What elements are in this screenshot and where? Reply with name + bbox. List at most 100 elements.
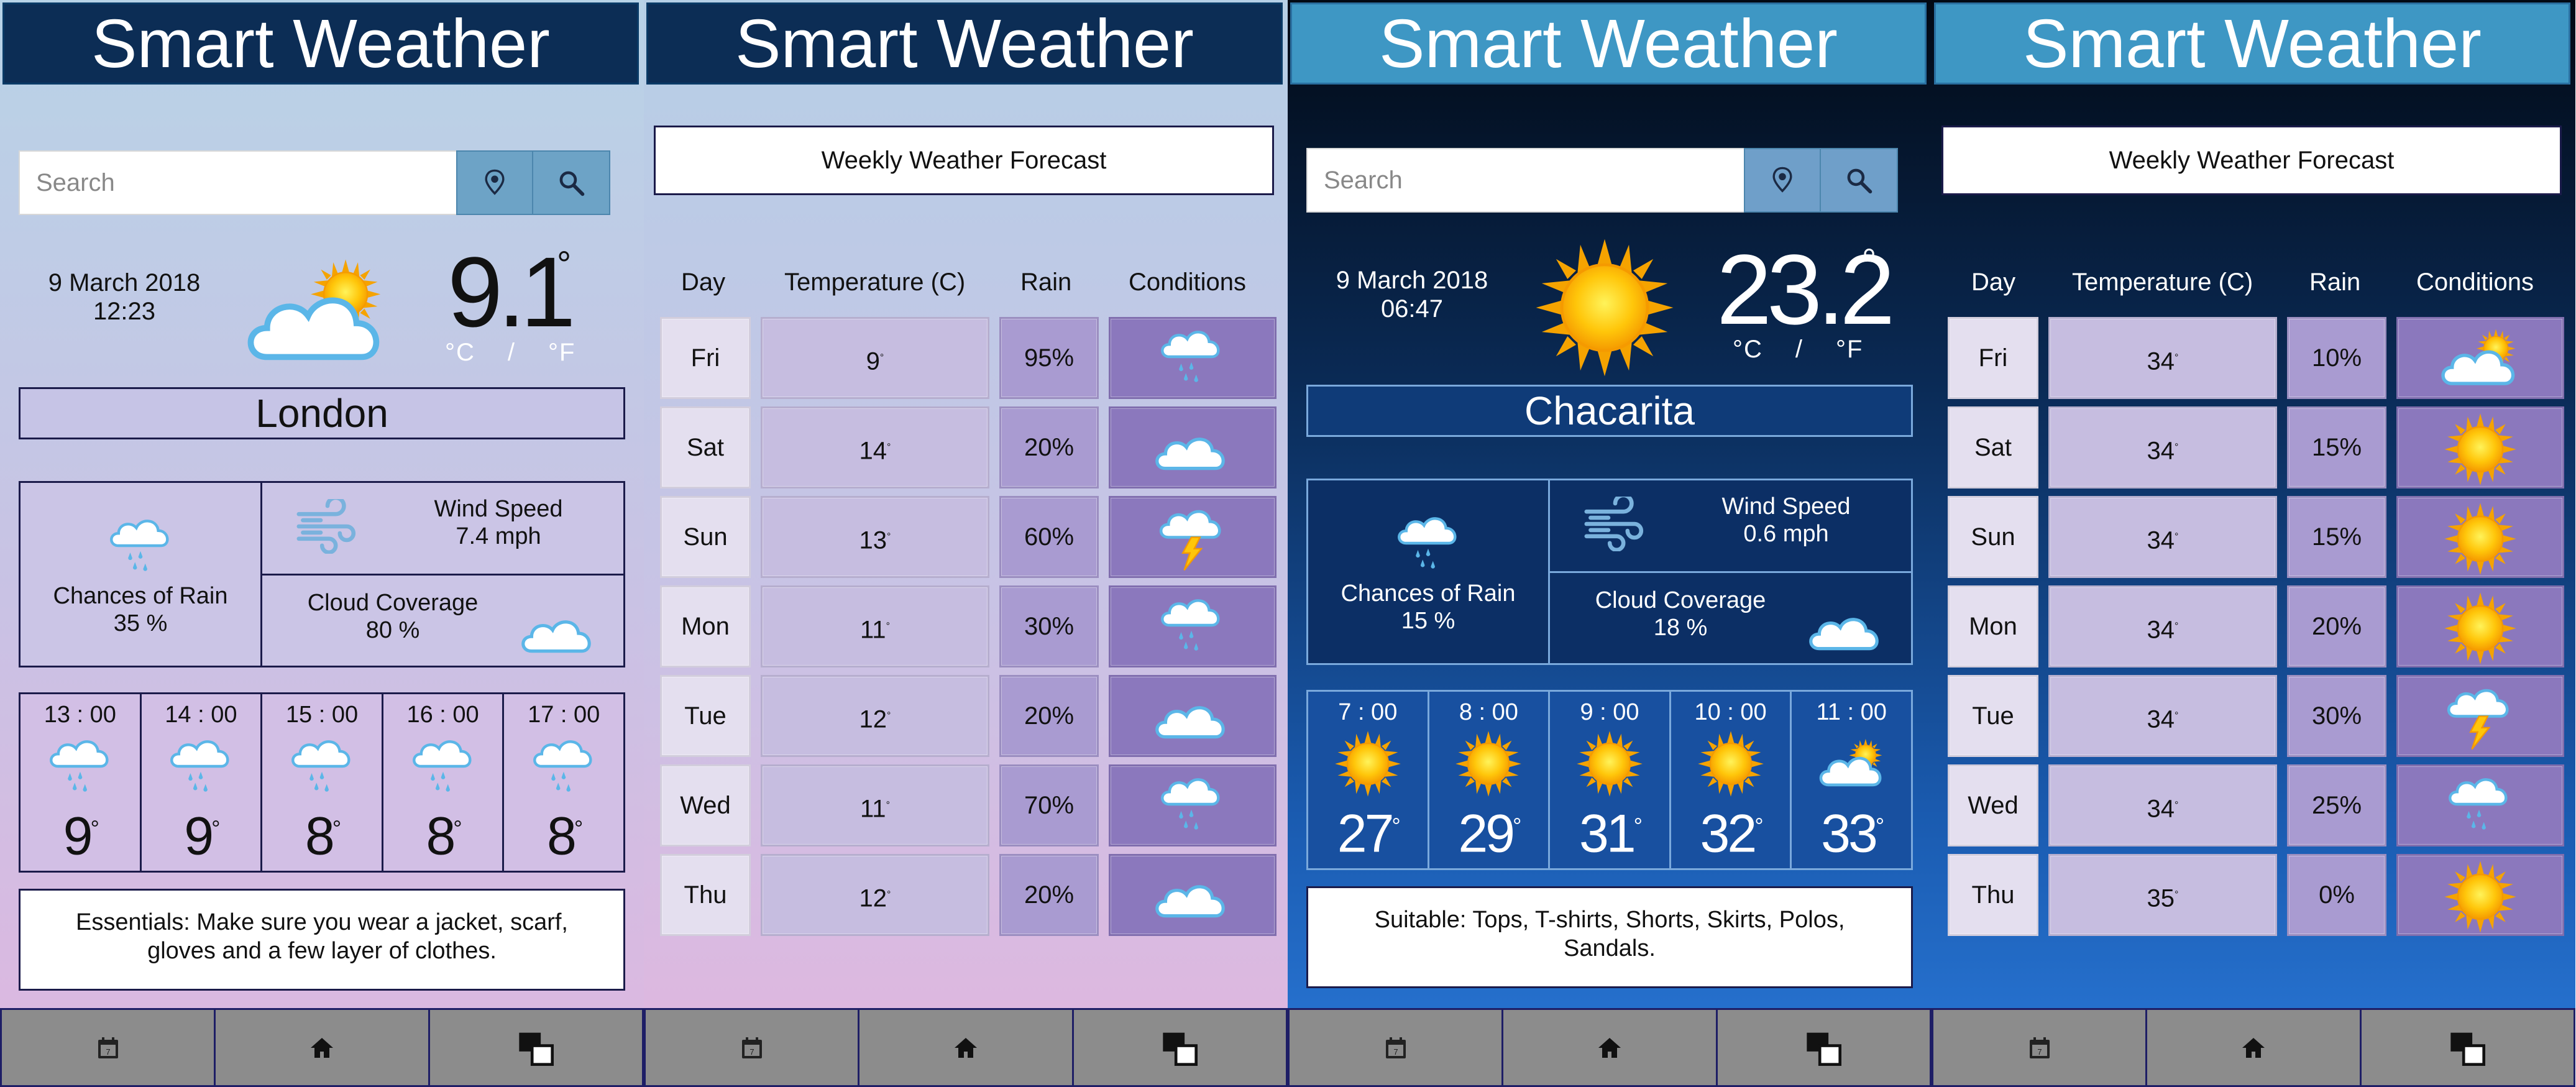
hour-temp: 33: [1821, 804, 1878, 864]
unit-celsius[interactable]: °C: [1733, 336, 1763, 363]
weekly-forecast-title: Weekly Weather Forecast: [654, 126, 1274, 195]
search-input[interactable]: Search: [19, 150, 456, 215]
condition-cell: [2396, 675, 2564, 757]
nav-home-button[interactable]: [2145, 1008, 2362, 1087]
screen-current-weather-london: Smart Weather Search 9 March 2018 12:23 …: [0, 0, 644, 1087]
search-bar: Search: [1306, 148, 1898, 213]
hourly-item: 15 : 00 8°: [260, 692, 383, 873]
nav-calendar-button[interactable]: [644, 1008, 860, 1087]
wind-icon: [1581, 497, 1649, 551]
temp-cell: 12°: [761, 675, 989, 757]
table-row: Thu 35° 0%: [1948, 854, 2569, 943]
search-input[interactable]: Search: [1306, 148, 1744, 213]
rain-cell: 20%: [999, 854, 1099, 936]
day-cell: Sat: [1948, 406, 2038, 488]
table-row: Wed 34° 25%: [1948, 764, 2569, 854]
rain-value: 15 %: [1401, 608, 1455, 634]
app-header: Smart Weather: [646, 2, 1283, 85]
temp-cell: 34°: [2048, 764, 2277, 846]
unit-toggle[interactable]: °C / °F: [429, 339, 592, 367]
sun-icon: [2443, 591, 2518, 666]
unit-fahrenheit[interactable]: °F: [548, 339, 575, 366]
day-cell: Sun: [660, 496, 751, 578]
temp-cell: 34°: [2048, 496, 2277, 578]
rain-cloud-icon: [167, 732, 235, 800]
calendar-icon: [740, 1035, 764, 1060]
home-icon: [2241, 1035, 2266, 1060]
col-header-rain: Rain: [2309, 268, 2361, 296]
condition-cell: [2396, 496, 2564, 578]
hourly-item: 13 : 00 9°: [19, 692, 142, 873]
sun-icon: [2443, 860, 2518, 934]
current-time: 06:47: [1380, 295, 1444, 323]
current-date: 9 March 2018: [48, 269, 201, 296]
temp-cell: 9°: [761, 317, 989, 399]
hour-time: 8 : 00: [1459, 699, 1518, 725]
sun-icon: [1697, 730, 1765, 798]
table-row: Mon 34° 20%: [1948, 585, 2569, 675]
search-button[interactable]: [1821, 148, 1898, 213]
partly-cloudy-icon: [1817, 730, 1886, 798]
search-bar: Search: [19, 150, 610, 215]
col-header-temperature: Temperature (C): [784, 268, 966, 296]
day-cell: Wed: [660, 764, 751, 846]
condition-cell: [2396, 317, 2564, 399]
location-button[interactable]: [1744, 148, 1821, 213]
table-row: Sun 13° 60%: [660, 496, 1281, 585]
rain-cloud-icon: [103, 511, 178, 580]
hour-time: 9 : 00: [1580, 699, 1639, 725]
app-header: Smart Weather: [1934, 2, 2570, 85]
rain-cell: 60%: [999, 496, 1099, 578]
condition-cell: [1109, 317, 1277, 399]
temp-cell: 11°: [761, 585, 989, 667]
nav-home-button[interactable]: [1501, 1008, 1718, 1087]
nav-home-button[interactable]: [858, 1008, 1074, 1087]
wind-icon: [293, 499, 362, 554]
bottom-nav: [0, 1008, 644, 1087]
rain-cloud-icon: [529, 732, 598, 800]
rain-cell: 25%: [2287, 764, 2386, 846]
unit-toggle[interactable]: °C / °F: [1717, 336, 1879, 364]
sun-icon: [2443, 502, 2518, 576]
cloud-coverage-panel: Cloud Coverage 18 %: [1548, 571, 1913, 665]
rain-label: Chances of Rain: [53, 583, 228, 609]
nav-switch-button[interactable]: [2359, 1008, 2575, 1087]
weekly-table: Fri 9° 95% Sat 14° 20% Sun 13° 60% Mon 11° 30% T…: [660, 317, 1281, 943]
rain-cell: 20%: [999, 675, 1099, 757]
unit-fahrenheit[interactable]: °F: [1836, 336, 1863, 363]
hour-temp: 9: [63, 806, 93, 866]
city-name: Chacarita: [1306, 385, 1913, 437]
nav-calendar-button[interactable]: [1932, 1008, 2148, 1087]
condition-cell: [1109, 675, 1277, 757]
table-row: Mon 11° 30%: [660, 585, 1281, 675]
rain-cell: 30%: [2287, 675, 2386, 757]
nav-switch-button[interactable]: [428, 1008, 644, 1087]
hour-time: 10 : 00: [1694, 699, 1767, 725]
rain-value: 35 %: [113, 610, 168, 636]
nav-home-button[interactable]: [214, 1008, 430, 1087]
hour-time: 11 : 00: [1816, 699, 1887, 725]
weekly-table: Fri 34° 10% Sat 34° 15% Sun 34° 15% Mon 34° 20% …: [1948, 317, 2569, 943]
calendar-icon: [1383, 1035, 1408, 1060]
hour-temp: 32: [1700, 804, 1758, 864]
nav-switch-button[interactable]: [1715, 1008, 1932, 1087]
col-header-rain: Rain: [1020, 268, 1072, 296]
window-switch-icon: [2449, 1030, 2485, 1066]
app-header: Smart Weather: [1290, 2, 1927, 85]
search-button[interactable]: [533, 150, 610, 215]
location-button[interactable]: [456, 150, 533, 215]
screen-weekly-forecast-chacarita: Smart Weather Weekly Weather Forecast Da…: [1932, 0, 2575, 1087]
current-time: 12:23: [93, 298, 156, 325]
clothing-advice: Essentials: Make sure you wear a jacket,…: [19, 889, 625, 991]
hourly-item: 7 : 00 27°: [1306, 690, 1429, 870]
hourly-forecast: 7 : 00 27° 8 : 00 29° 9 : 00 31° 10 : 00 32°…: [1306, 690, 1913, 870]
unit-separator: /: [1795, 336, 1804, 363]
nav-calendar-button[interactable]: [1288, 1008, 1504, 1087]
rain-cell: 20%: [2287, 585, 2386, 667]
hour-time: 15 : 00: [285, 702, 359, 728]
hourly-item: 11 : 00 33°: [1790, 690, 1913, 870]
thunder-cloud-icon: [2439, 681, 2519, 752]
unit-celsius[interactable]: °C: [445, 339, 475, 366]
nav-switch-button[interactable]: [1071, 1008, 1288, 1087]
nav-calendar-button[interactable]: [0, 1008, 216, 1087]
